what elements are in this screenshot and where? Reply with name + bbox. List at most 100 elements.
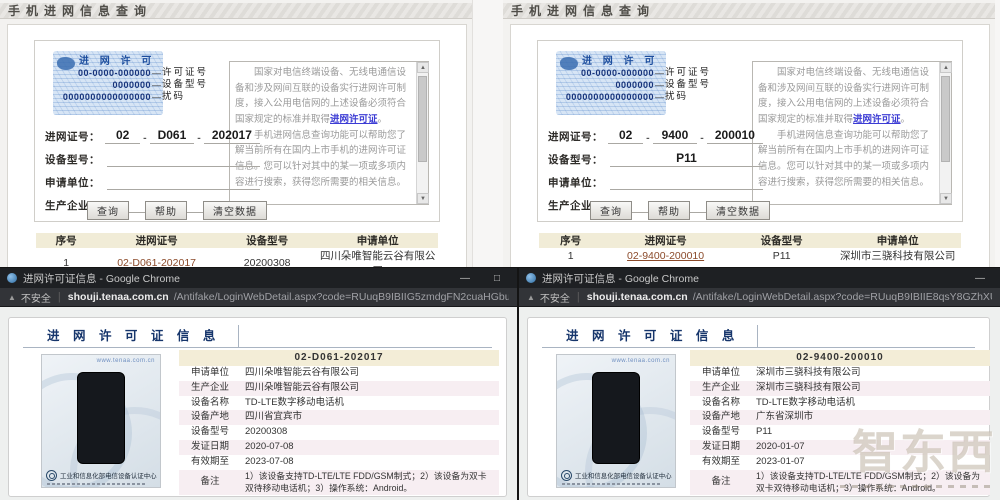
scrollbar-thumb[interactable]: [418, 76, 427, 162]
license-part2-input[interactable]: D061: [149, 128, 195, 144]
query-form-area: 进 网 许 可 00-0000-000000— 许可证号 0000000— 设备型号…: [537, 40, 963, 222]
certification-center-logo: [46, 470, 57, 481]
security-warning-label: 不安全: [20, 293, 51, 305]
certification-center-caption: 工业和信息化部电信设备认证中心: [60, 472, 157, 480]
security-warning-icon: ▲: [527, 292, 535, 302]
info-description-text: 国家对电信终端设备、无线电通信设备和涉及网间互联的设备实行进网许可制度，接入公用…: [235, 67, 407, 188]
license-part3-input[interactable]: 202017: [203, 128, 261, 144]
minimize-icon[interactable]: —: [967, 273, 993, 284]
chrome-page-content: 进 网 许 可 证 信 息 www.tenaa.com.cn 工业和信息化部电信…: [519, 307, 1000, 500]
photo-watermark: www.tenaa.com.cn: [96, 358, 155, 364]
query-form-area: 进 网 许 可 00-0000-000000— 许可证号 0000000— 设备型号…: [34, 40, 440, 222]
detail-row: 设备型号 20200308: [190, 426, 288, 438]
license-info-link[interactable]: 进网许可证: [853, 114, 901, 125]
license-sample-number: 0000000000000000: [565, 92, 654, 102]
window-title: 手机进网信息查询: [503, 3, 995, 19]
minimize-icon[interactable]: —: [452, 273, 478, 284]
license-part2-input[interactable]: 9400: [652, 128, 698, 144]
detail-row: 备注 1）该设备支持TD-LTE/LTE FDD/GSM制式；2）该设备为双卡双待…: [179, 469, 499, 496]
license-sample-number: 0000000: [112, 80, 151, 90]
detail-row: 有效期至 2023-07-08: [190, 455, 294, 467]
detail-row: 发证日期 2020-01-07: [690, 440, 990, 455]
page-heading-tab: 进 网 许 可 证 信 息: [542, 325, 759, 348]
maximize-icon[interactable]: □: [484, 273, 510, 284]
scroll-up-icon[interactable]: ▲: [940, 62, 952, 73]
url-host: shouji.tenaa.com.cn: [586, 291, 688, 303]
help-button[interactable]: 帮助: [648, 201, 690, 220]
photo-watermark: www.tenaa.com.cn: [611, 358, 670, 364]
license-sample-label: 扰码: [162, 91, 186, 102]
security-warning-icon: ▲: [8, 292, 16, 302]
table-row: 1 02-9400-200010 P11 深圳市三骁科技有限公司: [539, 248, 961, 263]
query-button[interactable]: 查询: [590, 201, 632, 220]
info-description-box: 国家对电信终端设备、无线电通信设备和涉及网间互联的设备实行进网许可制度，接入公用…: [752, 61, 952, 205]
security-warning-label: 不安全: [539, 293, 570, 305]
license-sample-label: 设备型号: [665, 79, 712, 90]
phone-photo: [77, 372, 125, 464]
scroll-up-icon[interactable]: ▲: [417, 62, 429, 73]
detail-row: 生产企业 四川朵唯智能云谷有限公司: [179, 380, 499, 396]
phone-certificate-image: www.tenaa.com.cn 工业和信息化部电信设备认证中心: [41, 354, 161, 488]
scrollbar[interactable]: ▲ ▼: [416, 62, 429, 204]
license-part1-input[interactable]: 02: [105, 128, 141, 144]
results-table: 序号 进网证号 设备型号 申请单位 1 02-9400-200010 P11 深…: [539, 233, 961, 263]
chrome-address-bar[interactable]: ▲ 不安全 | shouji.tenaa.com.cn/Antifake/Log…: [0, 288, 517, 307]
detail-row: 生产企业 深圳市三骁科技有限公司: [690, 380, 990, 396]
certification-center-caption: 工业和信息化部电信设备认证中心: [575, 472, 672, 480]
help-button[interactable]: 帮助: [145, 201, 187, 220]
license-info-link[interactable]: 进网许可证: [330, 114, 378, 125]
chrome-title-bar[interactable]: 进网许可证信息 - Google Chrome —: [519, 268, 1000, 288]
window-title: 手机进网信息查询: [0, 3, 472, 19]
scrollbar[interactable]: ▲ ▼: [939, 62, 952, 204]
model-input[interactable]: [107, 151, 260, 167]
license-sample-image: 进 网 许 可 00-0000-000000— 许可证号 0000000— 设备型号…: [556, 51, 731, 115]
license-detail-table: 02-D061-202017 申请单位 四川朵唯智能云谷有限公司 生产企业 四川朵唯…: [179, 350, 499, 496]
applicant-label: 申请单位：: [548, 177, 603, 189]
query-window-left: 手机进网信息查询 进 网 许 可 00-0000-000000— 许可证号 000…: [0, 0, 473, 280]
detail-row: 发证日期 2020-07-08: [179, 440, 499, 455]
license-result-link[interactable]: 02-9400-200010: [627, 250, 704, 262]
col-header-model: 设备型号: [216, 233, 318, 248]
phone-photo: [592, 372, 640, 464]
caption-subtext-line: [47, 483, 147, 485]
license-detail-box: 进 网 许 可 证 信 息 www.tenaa.com.cn 工业和信息化部电信…: [527, 317, 990, 497]
applicant-input[interactable]: [610, 174, 763, 190]
model-label: 设备型号：: [548, 154, 603, 166]
detail-row: 申请单位 深圳市三骁科技有限公司: [701, 367, 861, 378]
chrome-title-bar[interactable]: 进网许可证信息 - Google Chrome — □: [0, 268, 517, 288]
query-form: 进网证号： 02- D061- 202017 设备型号： 申请单位： 生产企业：: [45, 121, 261, 213]
col-header-applicant: 申请单位: [834, 233, 961, 248]
scroll-down-icon[interactable]: ▼: [940, 193, 952, 204]
url-host: shouji.tenaa.com.cn: [67, 291, 169, 303]
license-part1-input[interactable]: 02: [608, 128, 644, 144]
license-part3-input[interactable]: 200010: [706, 128, 764, 144]
license-sample-label: 设备型号: [162, 79, 209, 90]
detail-row: 设备名称 TD-LTE数字移动电话机: [190, 396, 345, 408]
certification-center-logo: [561, 470, 572, 481]
col-header-license: 进网证号: [96, 233, 217, 248]
chrome-window-title: 进网许可证信息 - Google Chrome: [23, 272, 180, 285]
clear-data-button[interactable]: 清空数据: [203, 201, 267, 220]
col-header-no: 序号: [36, 233, 97, 248]
license-sample-number: 0000000000000000: [62, 92, 151, 102]
clear-data-button[interactable]: 清空数据: [706, 201, 770, 220]
model-input[interactable]: P11: [610, 151, 763, 167]
license-no-label: 进网证号：: [45, 131, 100, 143]
scroll-down-icon[interactable]: ▼: [417, 193, 429, 204]
query-button[interactable]: 查询: [87, 201, 129, 220]
license-sample-label: 许可证号: [162, 67, 209, 78]
license-number: 02-D061-202017: [179, 350, 499, 366]
license-sample-label: 许可证号: [665, 67, 712, 78]
cell-model: P11: [772, 249, 791, 262]
phone-certificate-image: www.tenaa.com.cn 工业和信息化部电信设备认证中心: [556, 354, 676, 488]
query-form: 进网证号： 02- 9400- 200010 设备型号： P11 申请单位： 生产…: [548, 121, 764, 213]
applicant-input[interactable]: [107, 174, 260, 190]
detail-row: 申请单位 四川朵唯智能云谷有限公司: [190, 367, 360, 378]
scrollbar-thumb[interactable]: [941, 76, 950, 162]
query-window-body: 进 网 许 可 00-0000-000000— 许可证号 0000000— 设备型号…: [7, 24, 467, 277]
chrome-address-bar[interactable]: ▲ 不安全 | shouji.tenaa.com.cn/Antifake/Log…: [519, 288, 1000, 307]
chrome-window-title: 进网许可证信息 - Google Chrome: [542, 272, 699, 285]
chrome-page-content: 进 网 许 可 证 信 息 www.tenaa.com.cn 工业和信息化部电信…: [0, 307, 517, 500]
license-sample-image: 进 网 许 可 00-0000-000000— 许可证号 0000000— 设备型号…: [53, 51, 228, 115]
page-favicon-icon: [526, 273, 536, 283]
